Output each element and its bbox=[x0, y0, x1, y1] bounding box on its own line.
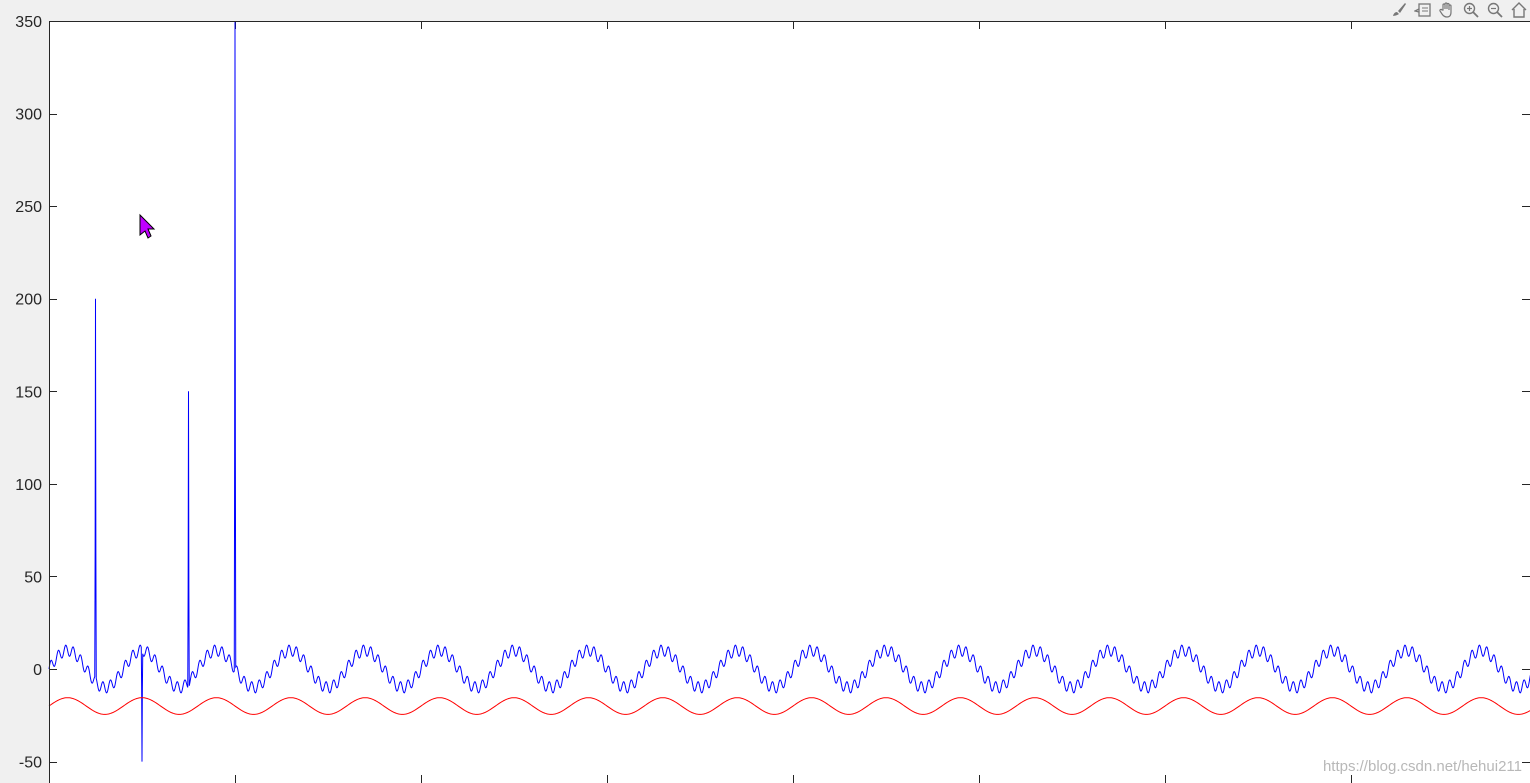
datatip-icon bbox=[1414, 3, 1431, 17]
brush-icon bbox=[1393, 3, 1406, 16]
y-tick-labels: -50 0 50 100 150 200 250 300 350 bbox=[15, 14, 42, 772]
zoom-in-button[interactable] bbox=[1460, 0, 1482, 20]
home-button[interactable] bbox=[1508, 0, 1530, 20]
y-tick-label-6: 250 bbox=[15, 199, 42, 216]
y-tick-label-2: 50 bbox=[24, 569, 42, 586]
home-icon bbox=[1511, 2, 1527, 18]
pan-hand-icon bbox=[1439, 2, 1452, 18]
brush-button[interactable] bbox=[1388, 0, 1410, 20]
y-tick-label-3: 100 bbox=[15, 477, 42, 494]
zoom-out-button[interactable] bbox=[1484, 0, 1506, 20]
y-tick-label-8: 350 bbox=[15, 14, 42, 31]
y-tick-label-0: -50 bbox=[19, 755, 42, 772]
y-tick-label-1: 0 bbox=[33, 662, 42, 679]
y-tick-label-7: 300 bbox=[15, 107, 42, 124]
figure-toolbar bbox=[1388, 0, 1530, 20]
figure: -50 0 50 100 150 200 250 300 350 bbox=[15, 14, 1530, 783]
watermark-text: https://blog.csdn.net/hehui211 bbox=[1322, 758, 1522, 775]
y-tick-label-4: 150 bbox=[15, 384, 42, 401]
y-tick-label-5: 200 bbox=[15, 292, 42, 309]
pan-button[interactable] bbox=[1436, 0, 1458, 20]
zoom-in-icon bbox=[1463, 2, 1479, 18]
datatip-button[interactable] bbox=[1412, 0, 1434, 20]
zoom-out-icon bbox=[1487, 2, 1503, 18]
axes-background bbox=[49, 21, 1530, 783]
